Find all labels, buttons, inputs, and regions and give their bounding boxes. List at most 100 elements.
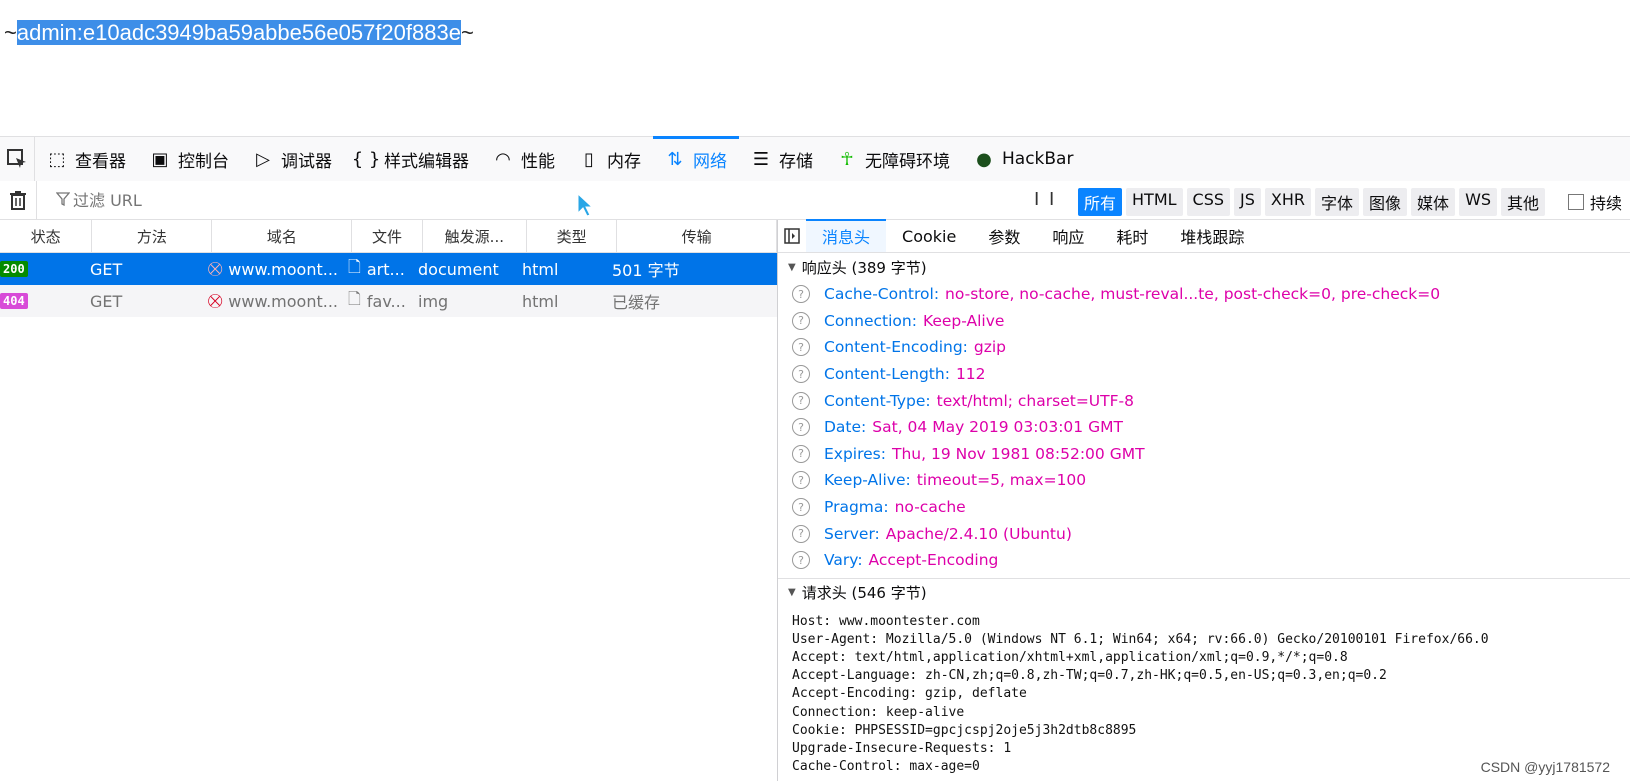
type-filter-button[interactable]: 图像	[1363, 188, 1408, 216]
persist-logs-checkbox[interactable]: 持续	[1568, 190, 1622, 214]
pause-button[interactable]: I I	[1034, 189, 1056, 210]
tab-label: 无障碍环境	[865, 151, 950, 172]
type-cell: html	[522, 291, 559, 311]
picker-icon	[7, 149, 26, 168]
tab-accessibility[interactable]: ☥ 无障碍环境	[825, 137, 962, 181]
column-header[interactable]: 方法	[92, 220, 213, 252]
type-filter-button[interactable]: 字体	[1315, 188, 1360, 216]
help-icon[interactable]: ?	[792, 471, 810, 490]
page-content-text: ~admin:e10adc3949ba59abbe56e057f20f883e~	[4, 20, 474, 46]
column-header[interactable]: 触发源...	[423, 220, 527, 252]
tab-inspector[interactable]: ⬚ 查看器	[35, 137, 138, 181]
file-cell: 🗋 art...	[348, 253, 418, 285]
column-header[interactable]: 类型	[527, 220, 618, 252]
tab-hackbar[interactable]: ● HackBar	[962, 137, 1085, 181]
domain-text: www.moont...	[228, 259, 338, 279]
type-filter-button[interactable]: 其他	[1501, 188, 1546, 216]
response-header-row: ? Expires: Thu, 19 Nov 1981 08:52:00 GMT	[778, 441, 1630, 468]
type-filter-button[interactable]: WS	[1459, 188, 1498, 216]
column-header[interactable]: 传输	[617, 220, 777, 252]
type-filter-button[interactable]: 所有	[1078, 188, 1123, 216]
status-badge: 200	[0, 261, 28, 277]
type-filter-buttons: 所有 HTML CSS JS XHR 字体 图像 媒体 WS 其他	[1078, 188, 1546, 216]
details-tab[interactable]: 消息头	[806, 219, 887, 252]
request-header-line: Cookie: PHPSESSID=gpcjcspj2oje5j3h2dtb8c…	[792, 722, 1137, 738]
devtools-panel: ⬚ 查看器 ▣ 控制台 ▷ 调试器 { } 样式编辑器 ◠ 性能 ▯ 内存 ⇅ 网络 ☰ 存储 ☥ 无障碍环境 ● H…	[0, 136, 1630, 781]
tab-performance[interactable]: ◠ 性能	[481, 137, 567, 181]
details-tab[interactable]: 堆栈跟踪	[1164, 220, 1260, 252]
help-icon[interactable]: ?	[792, 524, 810, 543]
type-filter-button[interactable]: CSS	[1186, 188, 1231, 216]
column-header[interactable]: 状态	[0, 220, 93, 252]
details-tab[interactable]: Cookie	[886, 220, 972, 252]
details-tabs: 消息头 Cookie 参数 响应 耗时 堆栈跟踪	[778, 219, 1630, 253]
cause-cell: document	[418, 259, 499, 279]
tab-debugger[interactable]: ▷ 调试器	[241, 137, 344, 181]
suffix-tilde: ~	[460, 20, 474, 45]
request-header-line: Host: www.moontester.com	[792, 613, 980, 629]
insecure-lock-icon: ⛒	[208, 261, 223, 277]
help-icon[interactable]: ?	[792, 338, 810, 357]
help-icon[interactable]: ?	[792, 285, 810, 304]
type-filter-button[interactable]: 媒体	[1411, 188, 1456, 216]
tab-console[interactable]: ▣ 控制台	[138, 137, 241, 181]
method-cell: GET	[90, 259, 123, 279]
header-value: text/html; charset=UTF-8	[936, 391, 1134, 410]
filter-url-input[interactable]	[51, 189, 1035, 211]
status-cell: 404	[0, 285, 92, 317]
panel-toggle-icon	[784, 228, 800, 244]
domain-cell: ⛒ www.moont...	[208, 285, 348, 317]
help-icon[interactable]: ?	[792, 444, 810, 463]
column-header[interactable]: 文件	[352, 220, 423, 252]
tab-label: 控制台	[178, 151, 229, 172]
type-filter-button[interactable]: JS	[1234, 188, 1261, 216]
method-cell: GET	[90, 291, 123, 311]
selected-hash-text[interactable]: admin:e10adc3949ba59abbe56e057f20f883e	[16, 20, 461, 45]
header-name: Pragma:	[824, 498, 889, 517]
domain-cell: ⛒ www.moont...	[208, 253, 348, 285]
file-cell: 🗋 fav...	[348, 285, 418, 317]
request-section-title: 请求头 (546 字节)	[801, 584, 927, 603]
element-picker-button[interactable]	[0, 137, 35, 181]
help-icon[interactable]: ?	[792, 551, 810, 570]
request-headers-section[interactable]: ▼ 请求头 (546 字节)	[778, 579, 1630, 607]
help-icon[interactable]: ?	[792, 418, 810, 437]
file-icon: 🗋	[348, 288, 361, 308]
filter-funnel-icon	[56, 192, 70, 206]
details-tab[interactable]: 参数	[972, 220, 1036, 252]
tab-storage[interactable]: ☰ 存储	[739, 137, 825, 181]
header-value: Accept-Encoding	[868, 551, 999, 570]
persist-label: 持续	[1590, 194, 1623, 213]
response-header-row: ? Keep-Alive: timeout=5, max=100	[778, 467, 1630, 494]
header-value: gzip	[973, 338, 1007, 357]
checkbox-box[interactable]	[1568, 194, 1584, 210]
storage-icon: ☰	[752, 148, 770, 170]
details-tab[interactable]: 耗时	[1100, 220, 1164, 252]
clear-button[interactable]	[0, 181, 37, 219]
tab-network[interactable]: ⇅ 网络	[653, 136, 739, 181]
column-header[interactable]: 域名	[212, 220, 353, 252]
help-icon[interactable]: ?	[792, 365, 810, 384]
type-filter-button[interactable]: XHR	[1264, 188, 1312, 216]
help-icon[interactable]: ?	[792, 391, 810, 410]
tab-memory[interactable]: ▯ 内存	[567, 137, 653, 181]
tab-label: 内存	[607, 151, 641, 172]
response-header-row: ? Date: Sat, 04 May 2019 03:03:01 GMT	[778, 414, 1630, 441]
request-header-line: Accept-Encoding: gzip, deflate	[792, 686, 1027, 702]
type-filter-button[interactable]: HTML	[1126, 188, 1183, 216]
cause-cell: img	[418, 291, 449, 311]
memory-icon: ▯	[584, 148, 594, 170]
toggle-sidebar-button[interactable]	[778, 228, 806, 244]
help-icon[interactable]: ?	[792, 311, 810, 330]
request-header-line: Accept-Language: zh-CN,zh;q=0.8,zh-TW;q=…	[792, 668, 1387, 684]
header-name: Keep-Alive:	[824, 471, 911, 490]
header-value: Keep-Alive	[922, 311, 1005, 330]
tab-label: 样式编辑器	[384, 151, 469, 172]
table-row[interactable]: 200 GET ⛒ www.moont... 🗋 art... document html 50…	[0, 253, 777, 285]
help-icon[interactable]: ?	[792, 498, 810, 517]
response-headers-section[interactable]: ▼ 响应头 (389 字节)	[778, 253, 1630, 281]
details-tab[interactable]: 响应	[1036, 220, 1100, 252]
table-row[interactable]: 404 GET ⛒ www.moont... 🗋 fav... img html 已缓存	[0, 285, 777, 317]
response-header-row: ? Content-Length: 112	[778, 361, 1630, 388]
tab-style-editor[interactable]: { } 样式编辑器	[344, 137, 481, 181]
